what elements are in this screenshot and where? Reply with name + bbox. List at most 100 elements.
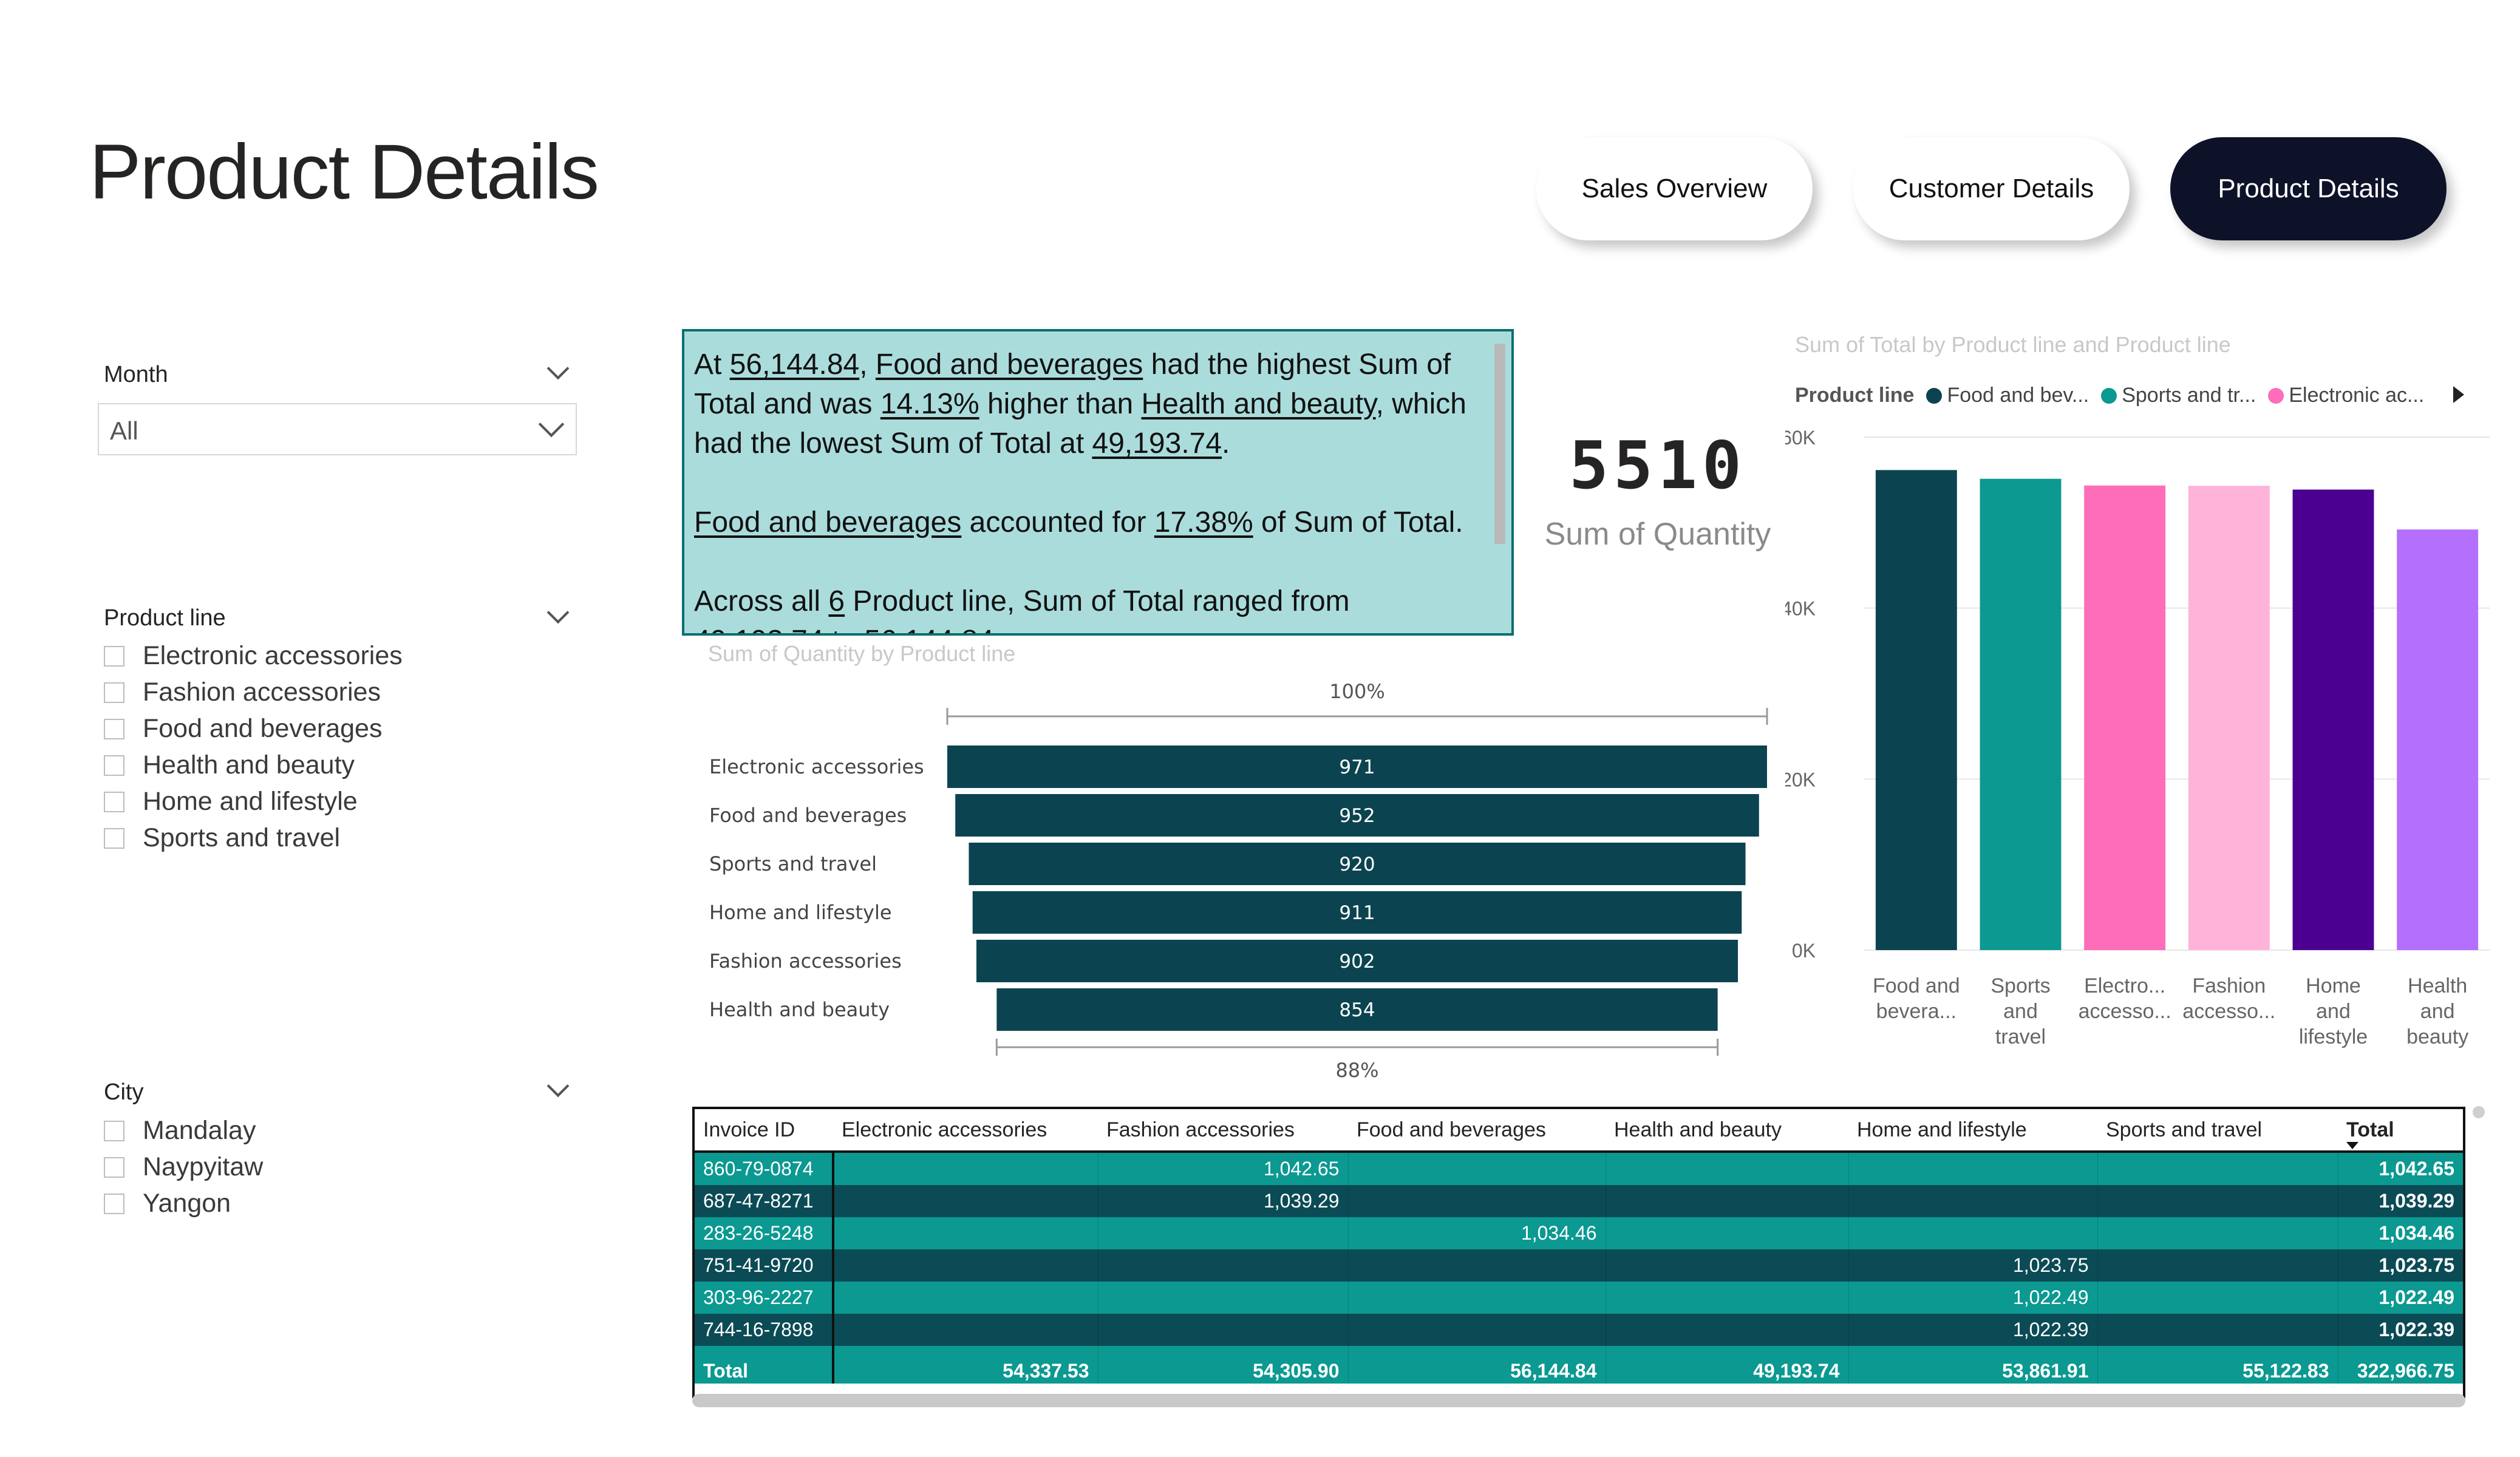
checkbox[interactable] bbox=[104, 755, 124, 776]
table-cell bbox=[1347, 1282, 1606, 1314]
column-bar-6[interactable] bbox=[2397, 529, 2479, 950]
column-bar-5[interactable] bbox=[2292, 489, 2374, 950]
table-cell: 1,034.46 bbox=[1347, 1217, 1606, 1249]
month-slicer-collapse-chevron-icon[interactable] bbox=[547, 357, 570, 380]
column-bar-4[interactable] bbox=[2188, 486, 2270, 950]
table-cell bbox=[1347, 1152, 1606, 1185]
x-category-label: Home bbox=[2306, 974, 2361, 997]
x-category-label: and bbox=[2420, 1000, 2455, 1023]
total-cell: 54,305.90 bbox=[1097, 1346, 1348, 1384]
month-dropdown-value: All bbox=[110, 416, 138, 445]
y-tick-label: 0K bbox=[1792, 940, 1816, 962]
nav-sales-overview-button[interactable]: Sales Overview bbox=[1536, 137, 1813, 240]
checkbox[interactable] bbox=[104, 827, 124, 849]
total-label-cell: Total bbox=[695, 1346, 834, 1384]
row-total-cell: 1,022.39 bbox=[2337, 1314, 2463, 1346]
x-category-label: accesso... bbox=[2079, 1000, 2171, 1023]
invoice-matrix-table[interactable]: Invoice ID Electronic accessories Fashio… bbox=[692, 1107, 2465, 1398]
slicer-item-fashion-accessories[interactable]: Fashion accessories bbox=[104, 678, 381, 707]
column-header-fashion-accessories[interactable]: Fashion accessories bbox=[1098, 1109, 1348, 1153]
kpi-sum-of-quantity-value: 5510 bbox=[1568, 428, 1747, 504]
column-bar-2[interactable] bbox=[1980, 478, 2062, 950]
bar-chart-title: Sum of Total by Product line and Product… bbox=[1795, 332, 2231, 357]
table-cell bbox=[1848, 1185, 2097, 1217]
table-cell bbox=[1097, 1282, 1348, 1314]
total-cell: 56,144.84 bbox=[1347, 1346, 1606, 1384]
row-total-cell: 1,042.65 bbox=[2337, 1152, 2463, 1185]
checkbox[interactable] bbox=[104, 791, 124, 812]
y-tick-label: 20K bbox=[1785, 769, 1816, 790]
legend-swatch-electronic bbox=[2268, 387, 2284, 404]
checkbox[interactable] bbox=[104, 682, 124, 703]
checkbox[interactable] bbox=[104, 1193, 124, 1214]
table-cell: 1,023.75 bbox=[1848, 1249, 2097, 1282]
table-row[interactable]: 283-26-5248 1,034.46 1,034.46 bbox=[695, 1217, 2463, 1249]
smart-narrative[interactable]: At 56,144.84, Food and beverages had the… bbox=[682, 329, 1514, 636]
column-header-health-and-beauty[interactable]: Health and beauty bbox=[1606, 1109, 1848, 1153]
table-cell bbox=[1605, 1282, 1848, 1314]
table-cell bbox=[2097, 1249, 2338, 1282]
table-row[interactable]: 751-41-9720 1,023.75 1,023.75 bbox=[695, 1249, 2463, 1282]
column-header-total[interactable]: Total bbox=[2338, 1109, 2463, 1153]
column-bar-1[interactable] bbox=[1875, 470, 1957, 950]
table-row[interactable]: 860-79-0874 1,042.65 1,042.65 bbox=[695, 1152, 2463, 1185]
slicer-item-food-and-beverages[interactable]: Food and beverages bbox=[104, 714, 382, 744]
x-category-label: accesso... bbox=[2182, 1000, 2275, 1023]
city-slicer-chevron-icon[interactable] bbox=[547, 1075, 570, 1098]
nav-product-details-button[interactable]: Product Details bbox=[2170, 137, 2447, 240]
table-header-row: Invoice ID Electronic accessories Fashio… bbox=[695, 1109, 2463, 1153]
table-cell bbox=[2097, 1217, 2338, 1249]
table-cell bbox=[2097, 1152, 2338, 1185]
column-bar-3[interactable] bbox=[2084, 485, 2166, 950]
column-header-invoice-id[interactable]: Invoice ID bbox=[695, 1109, 833, 1153]
row-total-cell: 1,023.75 bbox=[2337, 1249, 2463, 1282]
table-cell bbox=[1347, 1249, 1606, 1282]
product-line-slicer-title: Product line bbox=[104, 605, 226, 631]
table-cell bbox=[1605, 1152, 1848, 1185]
slicer-item-mandalay[interactable]: Mandalay bbox=[104, 1116, 256, 1146]
checkbox[interactable] bbox=[104, 1120, 124, 1141]
invoice-id-cell: 303-96-2227 bbox=[695, 1282, 834, 1314]
table-vertical-scrollbar[interactable] bbox=[2473, 1106, 2485, 1118]
legend-swatch-food bbox=[1926, 387, 1943, 404]
checkbox[interactable] bbox=[104, 718, 124, 739]
legend-next-arrow-icon[interactable] bbox=[2453, 386, 2464, 403]
bar-chart-legend: Product line Food and bev... Sports and … bbox=[1795, 384, 2424, 407]
table-row[interactable]: 744-16-7898 1,022.39 1,022.39 bbox=[695, 1314, 2463, 1346]
column-header-food-and-beverages[interactable]: Food and beverages bbox=[1348, 1109, 1606, 1153]
checkbox[interactable] bbox=[104, 1156, 124, 1178]
funnel-category-label: Health and beauty bbox=[709, 998, 890, 1021]
slicer-item-electronic-accessories[interactable]: Electronic accessories bbox=[104, 641, 403, 671]
kpi-sum-of-quantity-label: Sum of Quantity bbox=[1544, 517, 1771, 552]
table-row[interactable]: 687-47-8271 1,039.29 1,039.29 bbox=[695, 1185, 2463, 1217]
column-header-home-and-lifestyle[interactable]: Home and lifestyle bbox=[1848, 1109, 2097, 1153]
nav-customer-details-button[interactable]: Customer Details bbox=[1853, 137, 2130, 240]
funnel-category-label: Sports and travel bbox=[709, 852, 877, 875]
x-category-label: Electro... bbox=[2084, 974, 2165, 997]
slicer-item-naypyitaw[interactable]: Naypyitaw bbox=[104, 1152, 263, 1182]
column-chart: 0K20K40K60K Food andbevera...Sportsandtr… bbox=[1785, 427, 2490, 1048]
x-category-label: Fashion bbox=[2192, 974, 2266, 997]
table-cell bbox=[833, 1185, 1098, 1217]
month-dropdown[interactable]: All bbox=[98, 403, 577, 455]
slicer-item-yangon[interactable]: Yangon bbox=[104, 1189, 231, 1218]
slicer-item-health-and-beauty[interactable]: Health and beauty bbox=[104, 750, 355, 780]
table-cell bbox=[1097, 1217, 1348, 1249]
column-header-electronic-accessories[interactable]: Electronic accessories bbox=[833, 1109, 1098, 1153]
table-horizontal-scrollbar[interactable] bbox=[692, 1394, 2465, 1407]
invoice-id-cell: 744-16-7898 bbox=[695, 1314, 834, 1346]
table-cell bbox=[833, 1217, 1098, 1249]
table-cell bbox=[1605, 1185, 1848, 1217]
narrative-scrollbar[interactable] bbox=[1494, 344, 1505, 544]
slicer-item-sports-and-travel[interactable]: Sports and travel bbox=[104, 823, 340, 853]
column-header-sports-and-travel[interactable]: Sports and travel bbox=[2097, 1109, 2338, 1153]
checkbox[interactable] bbox=[104, 645, 124, 667]
legend-item-electronic-accessories[interactable]: Electronic ac... bbox=[2289, 384, 2424, 407]
legend-item-sports-and-travel[interactable]: Sports and tr... bbox=[2122, 384, 2256, 407]
x-category-label: lifestyle bbox=[2299, 1025, 2368, 1048]
product-line-slicer-chevron-icon[interactable] bbox=[547, 601, 570, 624]
slicer-item-home-and-lifestyle[interactable]: Home and lifestyle bbox=[104, 787, 358, 817]
legend-item-food-and-beverages[interactable]: Food and bev... bbox=[1947, 384, 2089, 407]
table-row[interactable]: 303-96-2227 1,022.49 1,022.49 bbox=[695, 1282, 2463, 1314]
table-cell bbox=[1347, 1185, 1606, 1217]
